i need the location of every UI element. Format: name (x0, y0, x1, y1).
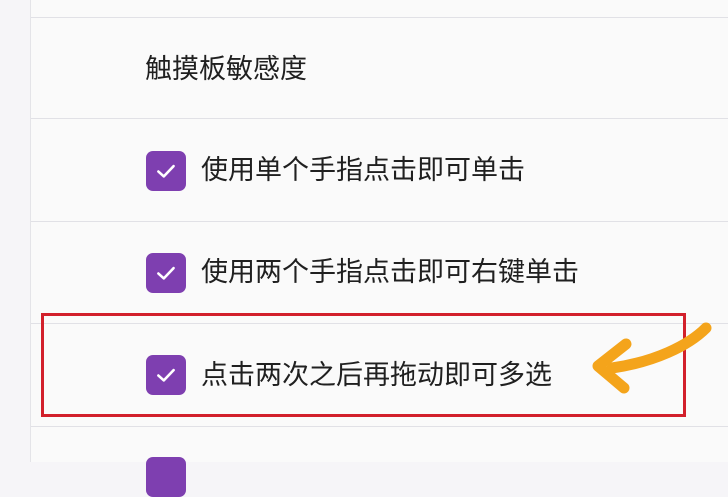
two-finger-right-click-row[interactable]: 使用两个手指点击即可右键单击 (31, 222, 728, 324)
two-finger-right-click-label: 使用两个手指点击即可右键单击 (201, 257, 579, 288)
checkmark-icon (157, 164, 175, 178)
touchpad-sensitivity-row[interactable]: 触摸板敏感度 (31, 18, 728, 119)
top-row-divider (31, 0, 728, 18)
tap-to-click-label: 使用单个手指点击即可单击 (201, 155, 525, 186)
tap-to-click-row[interactable]: 使用单个手指点击即可单击 (31, 119, 728, 222)
checkmark-icon (157, 266, 175, 280)
next-option-row[interactable] (31, 427, 728, 497)
next-option-checkbox[interactable] (146, 457, 186, 497)
arrow-annotation-icon (592, 322, 712, 394)
two-finger-right-click-checkbox[interactable] (146, 253, 186, 293)
touchpad-sensitivity-label: 触摸板敏感度 (145, 54, 307, 85)
tap-to-click-checkbox[interactable] (146, 151, 186, 191)
